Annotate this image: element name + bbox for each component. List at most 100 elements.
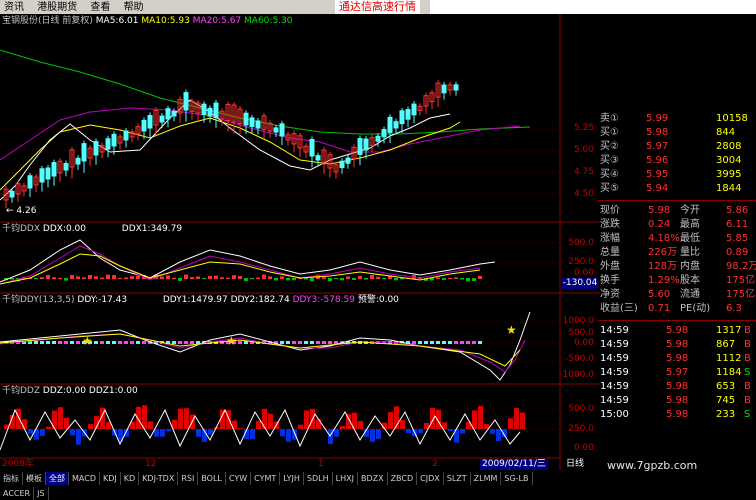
order-label: 买③ (600, 154, 619, 168)
tab-cjdx[interactable]: CJDX (417, 472, 444, 485)
tab-boll[interactable]: BOLL (198, 472, 226, 485)
ddx-bar (70, 275, 74, 279)
candle-body (388, 117, 392, 132)
y-tick-ddy-4: -500.0 (556, 354, 594, 364)
ddy1-value: DDY1:1479.97 (163, 295, 228, 305)
tab-js[interactable]: JS (34, 487, 48, 500)
y-tick-ddz-2: 250.0 (556, 424, 594, 434)
ddz-bar (58, 407, 63, 429)
tab-kd[interactable]: KD (121, 472, 139, 485)
ddy-bar (130, 341, 134, 344)
ddy-bar (34, 341, 38, 344)
tab-macd[interactable]: MACD (69, 472, 100, 485)
buy-order-row: 买①5.98844 (598, 126, 756, 140)
ddz-bar (88, 424, 93, 429)
order-price: 5.96 (646, 154, 668, 168)
ddy-bar (310, 341, 314, 344)
ddx-bar (376, 277, 380, 279)
ddz-bar (460, 429, 465, 434)
ddx3-line (0, 254, 480, 284)
candle-body (40, 169, 44, 182)
ddx-bar (124, 277, 128, 279)
ddy-bar (412, 341, 416, 344)
tick-price: 5.98 (666, 380, 688, 394)
ddy-bar (100, 341, 104, 344)
tick-price: 5.97 (666, 366, 688, 380)
tab-lhxj[interactable]: LHXJ (333, 472, 358, 485)
candle-body (94, 142, 98, 155)
ddx-bar (40, 277, 44, 279)
period-label[interactable]: 日线 (566, 459, 584, 470)
ddx-bar (268, 276, 272, 279)
ddy-warn-value: 预警:0.00 (358, 295, 399, 305)
tab-全部[interactable]: 全部 (46, 472, 69, 485)
candle-body (124, 131, 128, 140)
tab-bdzx[interactable]: BDZX (358, 472, 388, 485)
stat-value-right: 0.89 (726, 246, 748, 260)
x-axis-tick-3: 2 (432, 459, 438, 470)
tick-row: 14:595.98653B (598, 380, 756, 394)
ddx-bar (184, 275, 188, 279)
stat-value-left: 128万 (648, 260, 677, 274)
tab-sdlh[interactable]: SDLH (304, 472, 333, 485)
candle-body (346, 158, 350, 163)
tab-zlmm[interactable]: ZLMM (471, 472, 502, 485)
ddz-bar (262, 409, 267, 429)
ddz-bar (70, 429, 75, 435)
main-chart-header: 宝钢股份(日线 前复权) MA5:6.01 MA10:5.93 MA20:5.6… (2, 16, 292, 27)
ddz-bar (166, 429, 171, 431)
tab-cymt[interactable]: CYMT (251, 472, 280, 485)
tab-zbcd[interactable]: ZBCD (388, 472, 418, 485)
ddy-bar (76, 341, 80, 344)
stat-label-left: 收益(三) (600, 302, 638, 316)
ddx-bar (262, 274, 266, 279)
tab-模板[interactable]: 模板 (23, 472, 46, 485)
candle-body (400, 111, 404, 124)
tick-volume: 745 (716, 394, 735, 408)
ddz-bar (334, 429, 339, 437)
ddz-bar (496, 429, 501, 441)
candle-body (52, 163, 56, 176)
ddz-bar (238, 428, 243, 429)
ddz-bar (316, 419, 321, 429)
y-tick-main-3: 4.75 (556, 167, 594, 177)
ddx-bar (334, 278, 338, 279)
ddx-bar (310, 278, 314, 281)
tab-sg-lb[interactable]: SG-LB (501, 472, 532, 485)
ddy-bar (316, 341, 320, 344)
ddy-bar (118, 341, 122, 344)
ddx-bar (64, 278, 68, 281)
tick-flag: B (744, 380, 751, 394)
candle-body (202, 104, 206, 114)
ddy-bar (58, 341, 62, 344)
ddy-bar (94, 341, 98, 344)
ddz-bar (184, 408, 189, 429)
ddy2-value: DDY2:182.74 (231, 295, 290, 305)
ddx-bar (304, 278, 308, 280)
tick-time: 14:59 (600, 380, 629, 394)
ddx-bar (244, 278, 248, 281)
tab-cyw[interactable]: CYW (226, 472, 251, 485)
ddx-bar (274, 278, 278, 280)
candle-body (442, 85, 446, 93)
tab-指标[interactable]: 指标 (0, 472, 23, 485)
sell-order-row: 卖①5.9910158 (598, 112, 756, 126)
candle-body (394, 122, 398, 128)
order-volume: 844 (716, 126, 735, 140)
tab-rsi[interactable]: RSI (178, 472, 198, 485)
ddx-value: DDX:0.00 (43, 224, 86, 234)
candle-body (112, 134, 116, 146)
tab-slzt[interactable]: SLZT (444, 472, 471, 485)
y-tick-main-2: 5.00 (556, 145, 594, 155)
tab-lyjh[interactable]: LYJH (280, 472, 304, 485)
tick-volume: 1112 (716, 352, 741, 366)
tab-kdj-tdx[interactable]: KDJ-TDX (139, 472, 178, 485)
ddx-bar (112, 275, 116, 279)
tab-kdj[interactable]: KDJ (100, 472, 121, 485)
candle-body (274, 128, 278, 132)
candle-body (148, 116, 152, 128)
stat-value-left: 0.24 (648, 218, 670, 232)
ddz-bar (286, 429, 291, 442)
tab-accer[interactable]: ACCER (0, 487, 34, 500)
ddx-bar (280, 276, 284, 279)
